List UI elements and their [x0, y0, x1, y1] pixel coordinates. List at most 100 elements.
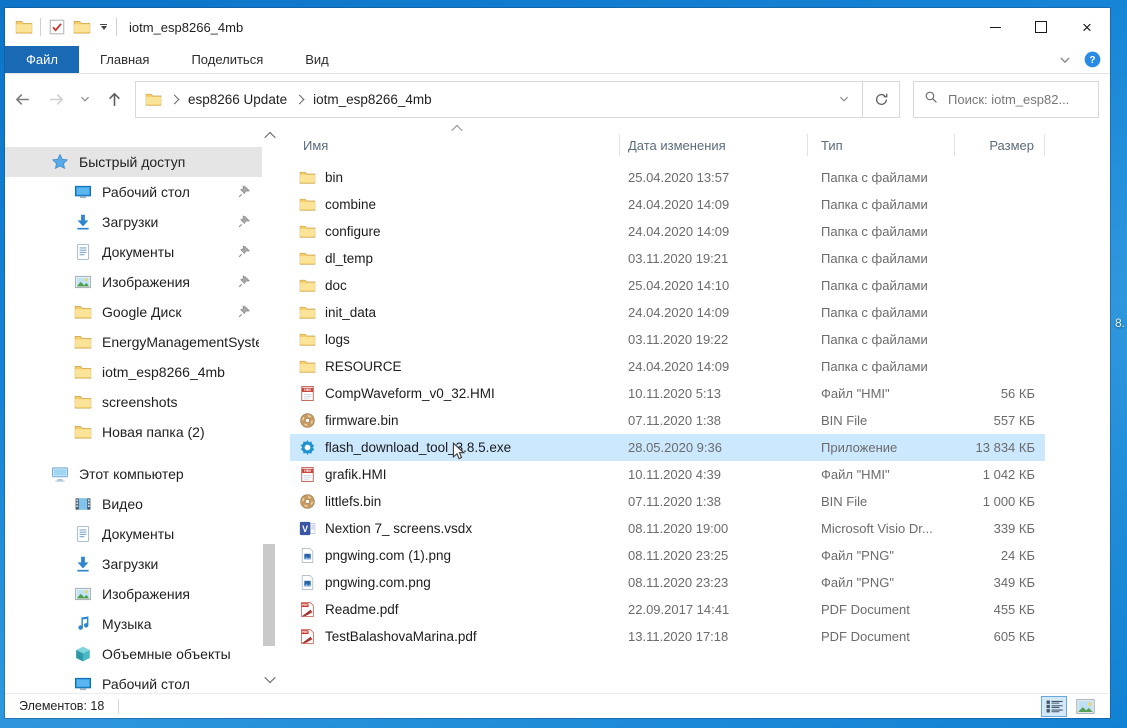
file-row[interactable]: firmware.bin07.11.2020 1:38BIN File557 К… [290, 407, 1045, 434]
file-row[interactable]: flash_download_tool_3.8.5.exe28.05.2020 … [290, 434, 1045, 461]
sidebar-item[interactable]: Google Диск [5, 297, 285, 327]
tab-share[interactable]: Поделиться [170, 46, 284, 73]
expand-ribbon-chevron-down-icon[interactable] [1058, 53, 1072, 67]
refresh-button[interactable] [863, 81, 900, 118]
folder-icon [74, 393, 92, 411]
file-row[interactable]: VNextion 7_ screens.vsdx08.11.2020 19:00… [290, 515, 1045, 542]
file-row[interactable]: littlefs.bin07.11.2020 1:38BIN File1 000… [290, 488, 1045, 515]
file-row[interactable]: PDFTestBalashovaMarina.pdf13.11.2020 17:… [290, 623, 1045, 650]
sidebar-item[interactable]: screenshots [5, 387, 285, 417]
qat-dropdown-icon[interactable] [100, 24, 107, 30]
tab-home[interactable]: Главная [79, 46, 170, 73]
file-size: 56 КБ [955, 386, 1045, 401]
file-row[interactable]: doc25.04.2020 14:10Папка с файлами [290, 272, 1045, 299]
sidebar-item[interactable]: Загрузки [5, 549, 285, 579]
file-size: 24 КБ [955, 548, 1045, 563]
column-header-name[interactable]: Имя [290, 134, 620, 156]
breadcrumb-segment[interactable]: esp8266 Update [188, 92, 287, 107]
file-type: Папка с файлами [808, 332, 955, 347]
folder-icon [299, 196, 316, 213]
svg-text:HMI: HMI [304, 388, 311, 392]
column-header-date-modified[interactable]: Дата изменения [620, 134, 808, 156]
sidebar-item[interactable]: Музыка [5, 609, 285, 639]
file-date-modified: 25.04.2020 13:57 [620, 170, 808, 185]
column-header-size[interactable]: Размер [955, 134, 1045, 156]
file-row[interactable]: logs03.11.2020 19:22Папка с файлами [290, 326, 1045, 353]
file-row[interactable]: HMIgrafik.HMI10.11.2020 4:39Файл "HMI"1 … [290, 461, 1045, 488]
sidebar-item[interactable]: Изображения [5, 579, 285, 609]
sidebar-item[interactable]: Объемные объекты [5, 639, 285, 669]
sidebar-item[interactable]: Документы [5, 519, 285, 549]
tab-view[interactable]: Вид [284, 46, 350, 73]
details-view-button[interactable] [1041, 696, 1067, 717]
sidebar-item[interactable]: Загрузки [5, 207, 285, 237]
file-row[interactable]: RESOURCE24.04.2020 14:09Папка с файлами [290, 353, 1045, 380]
minimize-button[interactable] [972, 8, 1018, 46]
recent-locations-chevron-down-icon[interactable] [73, 81, 97, 117]
desktop-icon-label-fragment: 8. [1115, 316, 1125, 330]
star-icon [51, 153, 69, 171]
file-type: Microsoft Visio Dr... [808, 521, 955, 536]
file-row[interactable]: bin25.04.2020 13:57Папка с файлами [290, 164, 1045, 191]
folder-icon[interactable] [73, 18, 91, 36]
sidebar-item[interactable]: Изображения [5, 267, 285, 297]
scrollbar-thumb[interactable] [263, 544, 275, 646]
file-date-modified: 08.11.2020 23:23 [620, 575, 808, 590]
sidebar-item-label: Музыка [102, 616, 259, 632]
file-date-modified: 10.11.2020 5:13 [620, 386, 808, 401]
sidebar-item[interactable]: Документы [5, 237, 285, 267]
forward-button[interactable] [39, 81, 73, 117]
sidebar-item[interactable]: Рабочий стол [5, 177, 285, 207]
maximize-button[interactable] [1018, 8, 1064, 46]
thumbnails-view-button[interactable] [1072, 696, 1098, 717]
sidebar-item[interactable]: EnergyManagementSystemN [5, 327, 285, 357]
sidebar-item[interactable]: Новая папка (2) [5, 417, 285, 447]
breadcrumb[interactable]: esp8266 Update iotm_esp8266_4mb [135, 81, 863, 118]
sidebar-item[interactable]: Быстрый доступ [5, 147, 262, 177]
file-type: Файл "PNG" [808, 548, 955, 563]
check-icon[interactable] [48, 18, 66, 36]
breadcrumb-segment[interactable]: iotm_esp8266_4mb [313, 92, 432, 107]
scroll-up-icon[interactable] [263, 129, 276, 142]
back-button[interactable] [5, 81, 39, 117]
file-name: bin [325, 170, 343, 185]
file-row[interactable]: init_data24.04.2020 14:09Папка с файлами [290, 299, 1045, 326]
sidebar-item[interactable]: Видео [5, 489, 285, 519]
address-dropdown-chevron-down-icon[interactable] [838, 93, 850, 105]
file-type: PDF Document [808, 602, 955, 617]
help-icon[interactable]: ? [1084, 51, 1101, 68]
file-name: configure [325, 224, 381, 239]
file-row[interactable]: pngwing.com.png08.11.2020 23:23Файл "PNG… [290, 569, 1045, 596]
file-type: Файл "HMI" [808, 386, 955, 401]
file-row[interactable]: HMICompWaveform_v0_32.HMI10.11.2020 5:13… [290, 380, 1045, 407]
file-size: 339 КБ [955, 521, 1045, 536]
separator [118, 699, 119, 714]
svg-text:PDF: PDF [302, 603, 308, 607]
file-row[interactable]: pngwing.com (1).png08.11.2020 23:25Файл … [290, 542, 1045, 569]
pdf-icon: PDF [299, 601, 316, 618]
file-name: flash_download_tool_3.8.5.exe [325, 440, 511, 455]
file-row[interactable]: PDFReadme.pdf22.09.2017 14:41PDF Documen… [290, 596, 1045, 623]
scroll-down-icon[interactable] [263, 672, 276, 685]
sidebar-item[interactable]: Этот компьютер [5, 459, 285, 489]
file-type: Папка с файлами [808, 305, 955, 320]
up-button[interactable] [97, 81, 131, 117]
close-button[interactable]: × [1064, 8, 1110, 46]
sidebar-item-label: Google Диск [102, 304, 259, 320]
column-header-type[interactable]: Тип [808, 134, 955, 156]
search-input[interactable]: Поиск: iotm_esp82... [913, 81, 1099, 118]
sidebar-item-label: iotm_esp8266_4mb [102, 364, 259, 380]
file-type: Папка с файлами [808, 224, 955, 239]
file-row[interactable]: combine24.04.2020 14:09Папка с файлами [290, 191, 1045, 218]
document-icon [74, 525, 92, 543]
sidebar-item[interactable]: Рабочий стол [5, 669, 285, 693]
sidebar-item-label: Объемные объекты [102, 646, 259, 662]
disc-icon [299, 412, 316, 429]
file-row[interactable]: dl_temp03.11.2020 19:21Папка с файлами [290, 245, 1045, 272]
sidebar-item[interactable]: iotm_esp8266_4mb [5, 357, 285, 387]
file-row[interactable]: configure24.04.2020 14:09Папка с файлами [290, 218, 1045, 245]
tab-file[interactable]: Файл [5, 46, 79, 73]
file-type: Папка с файлами [808, 359, 955, 374]
sidebar-scrollbar[interactable] [262, 124, 277, 693]
desktop-icon [74, 675, 92, 693]
